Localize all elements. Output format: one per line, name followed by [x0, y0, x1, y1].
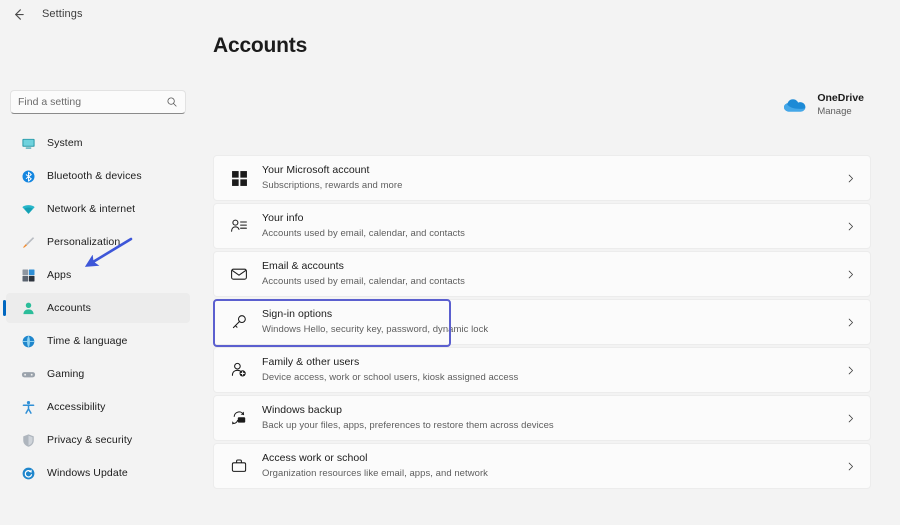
card-title: Windows backup — [262, 404, 343, 416]
microsoft-logo-icon — [228, 170, 250, 187]
sidebar-item-label: Personalization — [47, 236, 121, 248]
sidebar-item-label: Apps — [47, 269, 72, 281]
page-title: Accounts — [213, 34, 308, 57]
sidebar-item-label: Windows Update — [47, 467, 128, 479]
sidebar-item-bluetooth-devices[interactable]: Bluetooth & devices — [6, 161, 190, 191]
card-your-microsoft-account[interactable]: Your Microsoft account Subscriptions, re… — [213, 155, 871, 201]
gamepad-icon — [20, 366, 36, 382]
onedrive-manage-link[interactable]: Manage — [817, 106, 864, 118]
sidebar-item-system[interactable]: System — [6, 128, 190, 158]
card-title: Sign-in options — [262, 308, 333, 320]
card-email-accounts[interactable]: Email & accounts Accounts used by email,… — [213, 251, 871, 297]
sidebar-item-label: System — [47, 137, 83, 149]
sidebar-item-time-language[interactable]: Time & language — [6, 326, 190, 356]
card-title: Email & accounts — [262, 260, 344, 272]
sidebar-item-label: Network & internet — [47, 203, 136, 215]
briefcase-icon — [228, 457, 250, 475]
shield-icon — [20, 432, 36, 448]
card-family-other-users[interactable]: Family & other users Device access, work… — [213, 347, 871, 393]
onedrive-section[interactable]: OneDrive Manage — [782, 92, 864, 118]
settings-card-list: Your Microsoft account Subscriptions, re… — [213, 155, 871, 491]
sidebar-nav: System Bluetooth & devices Network & int… — [3, 128, 190, 491]
sidebar-item-gaming[interactable]: Gaming — [6, 359, 190, 389]
card-title: Access work or school — [262, 452, 368, 464]
envelope-icon — [228, 265, 250, 283]
search-icon — [166, 96, 178, 108]
sidebar-item-accessibility[interactable]: Accessibility — [6, 392, 190, 422]
sidebar-item-network-internet[interactable]: Network & internet — [6, 194, 190, 224]
card-subtitle: Organization resources like email, apps,… — [262, 467, 488, 479]
wifi-icon — [20, 201, 36, 217]
sidebar-item-windows-update[interactable]: Windows Update — [6, 458, 190, 488]
back-arrow-icon — [14, 8, 24, 20]
main-content: Accounts OneDrive Manage Your Microsoft … — [196, 28, 900, 525]
card-subtitle: Subscriptions, rewards and more — [262, 179, 403, 191]
sidebar-item-label: Time & language — [47, 335, 128, 347]
sidebar-item-label: Accessibility — [47, 401, 106, 413]
sidebar-item-label: Bluetooth & devices — [47, 170, 142, 182]
chevron-right-icon[interactable] — [845, 413, 856, 424]
title-bar: Settings — [0, 0, 900, 28]
sidebar-item-privacy-security[interactable]: Privacy & security — [6, 425, 190, 455]
window-title: Settings — [42, 8, 83, 20]
chevron-right-icon[interactable] — [845, 365, 856, 376]
sidebar-item-label: Accounts — [47, 302, 91, 314]
onedrive-name: OneDrive — [817, 92, 864, 104]
card-subtitle: Accounts used by email, calendar, and co… — [262, 227, 465, 239]
user-info-icon — [228, 217, 250, 235]
search-box[interactable] — [10, 90, 186, 114]
sidebar-item-label: Privacy & security — [47, 434, 133, 446]
sidebar-item-personalization[interactable]: Personalization — [6, 227, 190, 257]
accessibility-icon — [20, 399, 36, 415]
card-access-work-or-school[interactable]: Access work or school Organization resou… — [213, 443, 871, 489]
card-text: Family & other users Device access, work… — [262, 356, 845, 384]
bluetooth-icon — [20, 168, 36, 184]
backup-sync-icon — [228, 409, 250, 427]
paintbrush-icon — [20, 234, 36, 250]
card-text: Your Microsoft account Subscriptions, re… — [262, 164, 845, 192]
card-title: Your info — [262, 212, 304, 224]
chevron-right-icon[interactable] — [845, 269, 856, 280]
person-add-icon — [228, 361, 250, 379]
back-button[interactable] — [8, 4, 28, 24]
settings-window: Settings Find a setting System Bluetooth… — [0, 0, 900, 525]
card-subtitle: Device access, work or school users, kio… — [262, 371, 519, 383]
chevron-right-icon[interactable] — [845, 461, 856, 472]
search-input[interactable] — [18, 96, 166, 108]
sidebar-item-apps[interactable]: Apps — [6, 260, 190, 290]
card-text: Your info Accounts used by email, calend… — [262, 212, 845, 240]
card-sign-in-options[interactable]: Sign-in options Windows Hello, security … — [213, 299, 871, 347]
card-windows-backup[interactable]: Windows backup Back up your files, apps,… — [213, 395, 871, 441]
update-refresh-icon — [20, 465, 36, 481]
onedrive-text: OneDrive Manage — [817, 92, 864, 118]
card-subtitle: Back up your files, apps, preferences to… — [262, 419, 554, 431]
card-subtitle: Windows Hello, security key, password, d… — [262, 323, 489, 335]
globe-clock-icon — [20, 333, 36, 349]
sidebar: System Bluetooth & devices — [0, 28, 196, 525]
person-icon — [20, 300, 36, 316]
card-text: Sign-in options Windows Hello, security … — [262, 308, 845, 336]
key-icon — [228, 313, 250, 331]
card-text: Access work or school Organization resou… — [262, 452, 845, 480]
card-title: Your Microsoft account — [262, 164, 370, 176]
chevron-right-icon[interactable] — [845, 317, 856, 328]
onedrive-cloud-icon — [782, 95, 808, 115]
search-container — [10, 90, 186, 115]
sidebar-item-accounts[interactable]: Accounts — [3, 293, 190, 323]
apps-grid-icon — [20, 267, 36, 283]
chevron-right-icon[interactable] — [845, 173, 856, 184]
card-text: Windows backup Back up your files, apps,… — [262, 404, 845, 432]
card-title: Family & other users — [262, 356, 360, 368]
card-subtitle: Accounts used by email, calendar, and co… — [262, 275, 465, 287]
monitor-icon — [20, 135, 36, 151]
chevron-right-icon[interactable] — [845, 221, 856, 232]
card-your-info[interactable]: Your info Accounts used by email, calend… — [213, 203, 871, 249]
sidebar-item-label: Gaming — [47, 368, 85, 380]
card-text: Email & accounts Accounts used by email,… — [262, 260, 845, 288]
